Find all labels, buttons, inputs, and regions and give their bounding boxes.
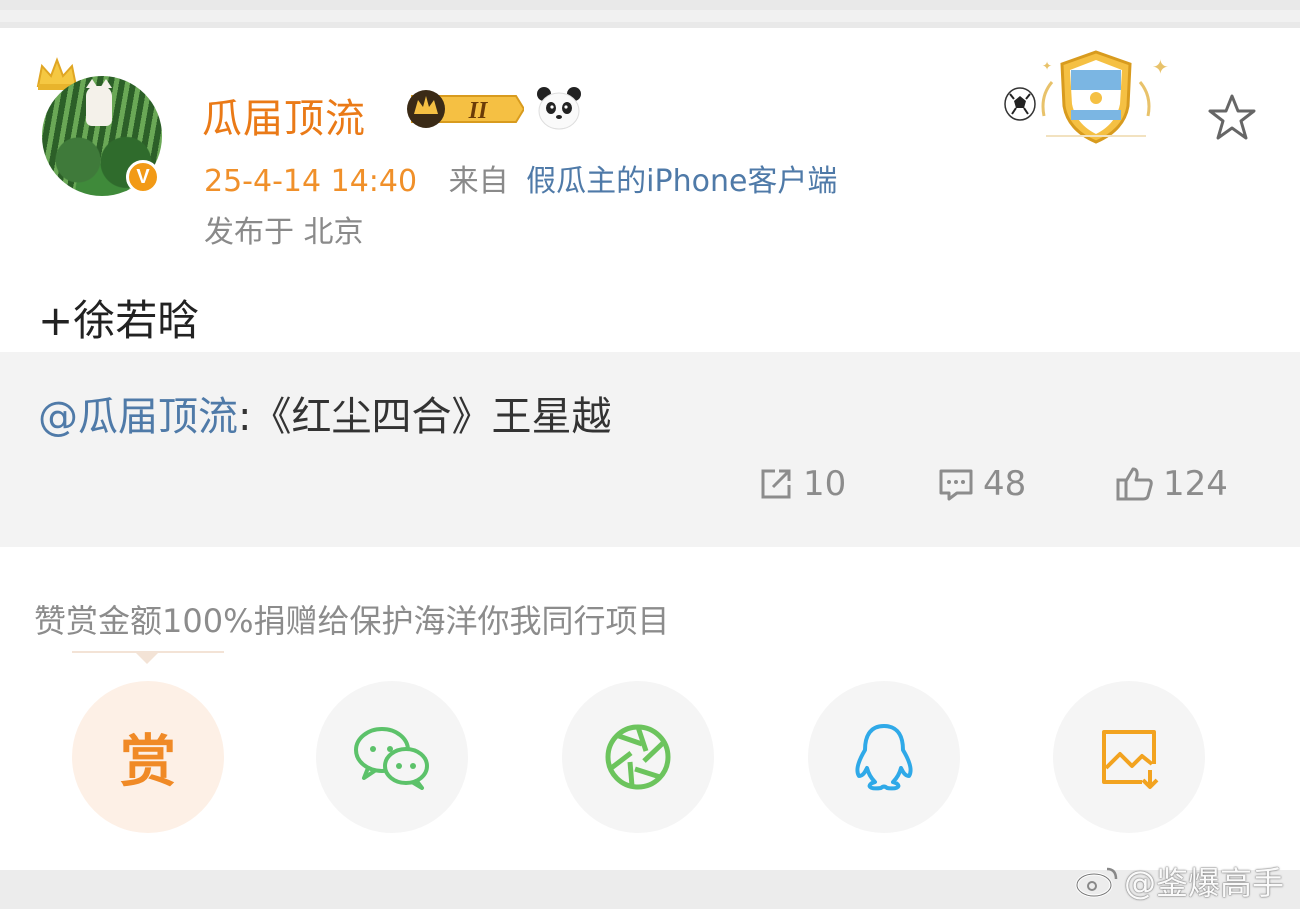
author-avatar[interactable]: V [34,56,174,201]
moments-aperture-icon [605,724,671,790]
reward-description: 赞赏金额100%捐赠给保护海洋你我同行项目 [34,602,670,640]
repost-share-count[interactable]: 10 [757,462,846,506]
football-shield-badge-icon: ✦ ✦ [1004,50,1169,144]
panda-icon [537,87,581,130]
repost-user-link[interactable]: @瓜届顶流 [38,394,238,440]
repost-separator: : [238,394,252,440]
reward-pointer-arrow [134,651,160,664]
post-text: +徐若晗 [38,296,200,345]
favorite-star-icon[interactable] [1206,92,1258,144]
vip-level-badge-icon[interactable]: II [404,88,524,130]
share-qq-button[interactable] [808,681,960,833]
watermark: @鉴爆高手 [1074,858,1284,904]
reposted-content[interactable]: @瓜届顶流:《红尘四合》王星越 10 48 124 [0,352,1300,547]
repost-like-count[interactable]: 124 [1115,462,1228,506]
top-divider [0,0,1300,28]
wechat-icon [354,727,429,790]
share-icon [761,469,791,499]
svg-text:✦: ✦ [1152,55,1169,79]
save-image-icon [1102,730,1159,789]
comment-icon [939,469,973,501]
from-label: 来自 [448,164,509,199]
like-count: 124 [1163,464,1228,504]
author-name[interactable]: 瓜届顶流 [202,86,366,144]
share-count: 10 [803,464,847,504]
client-link[interactable]: 假瓜主的iPhone客户端 [526,164,837,199]
weibo-logo-icon [1075,867,1118,898]
reward-button-label: 赏 [120,729,176,795]
post-meta: 25-4-14 14:40 来自 假瓜主的iPhone客户端 [204,156,837,200]
save-image-button[interactable] [1053,681,1205,833]
comment-count: 48 [983,464,1027,504]
share-moments-button[interactable] [562,681,714,833]
vip-level-text: II [468,98,489,124]
reward-button[interactable]: 赏 [72,681,224,833]
share-wechat-button[interactable] [316,681,468,833]
thumbs-up-icon [1116,467,1153,501]
post-time: 25-4-14 14:40 [204,164,418,199]
verified-badge-icon: V [126,160,160,194]
post-location: 发布于 北京 [204,215,364,250]
repost-comment-count[interactable]: 48 [937,462,1026,506]
svg-text:✦: ✦ [1042,59,1052,73]
repost-text-line: @瓜届顶流:《红尘四合》王星越 [38,384,611,442]
repost-text: 《红尘四合》王星越 [251,394,612,440]
watermark-text: @鉴爆高手 [1124,864,1285,902]
qq-penguin-icon [855,724,913,791]
